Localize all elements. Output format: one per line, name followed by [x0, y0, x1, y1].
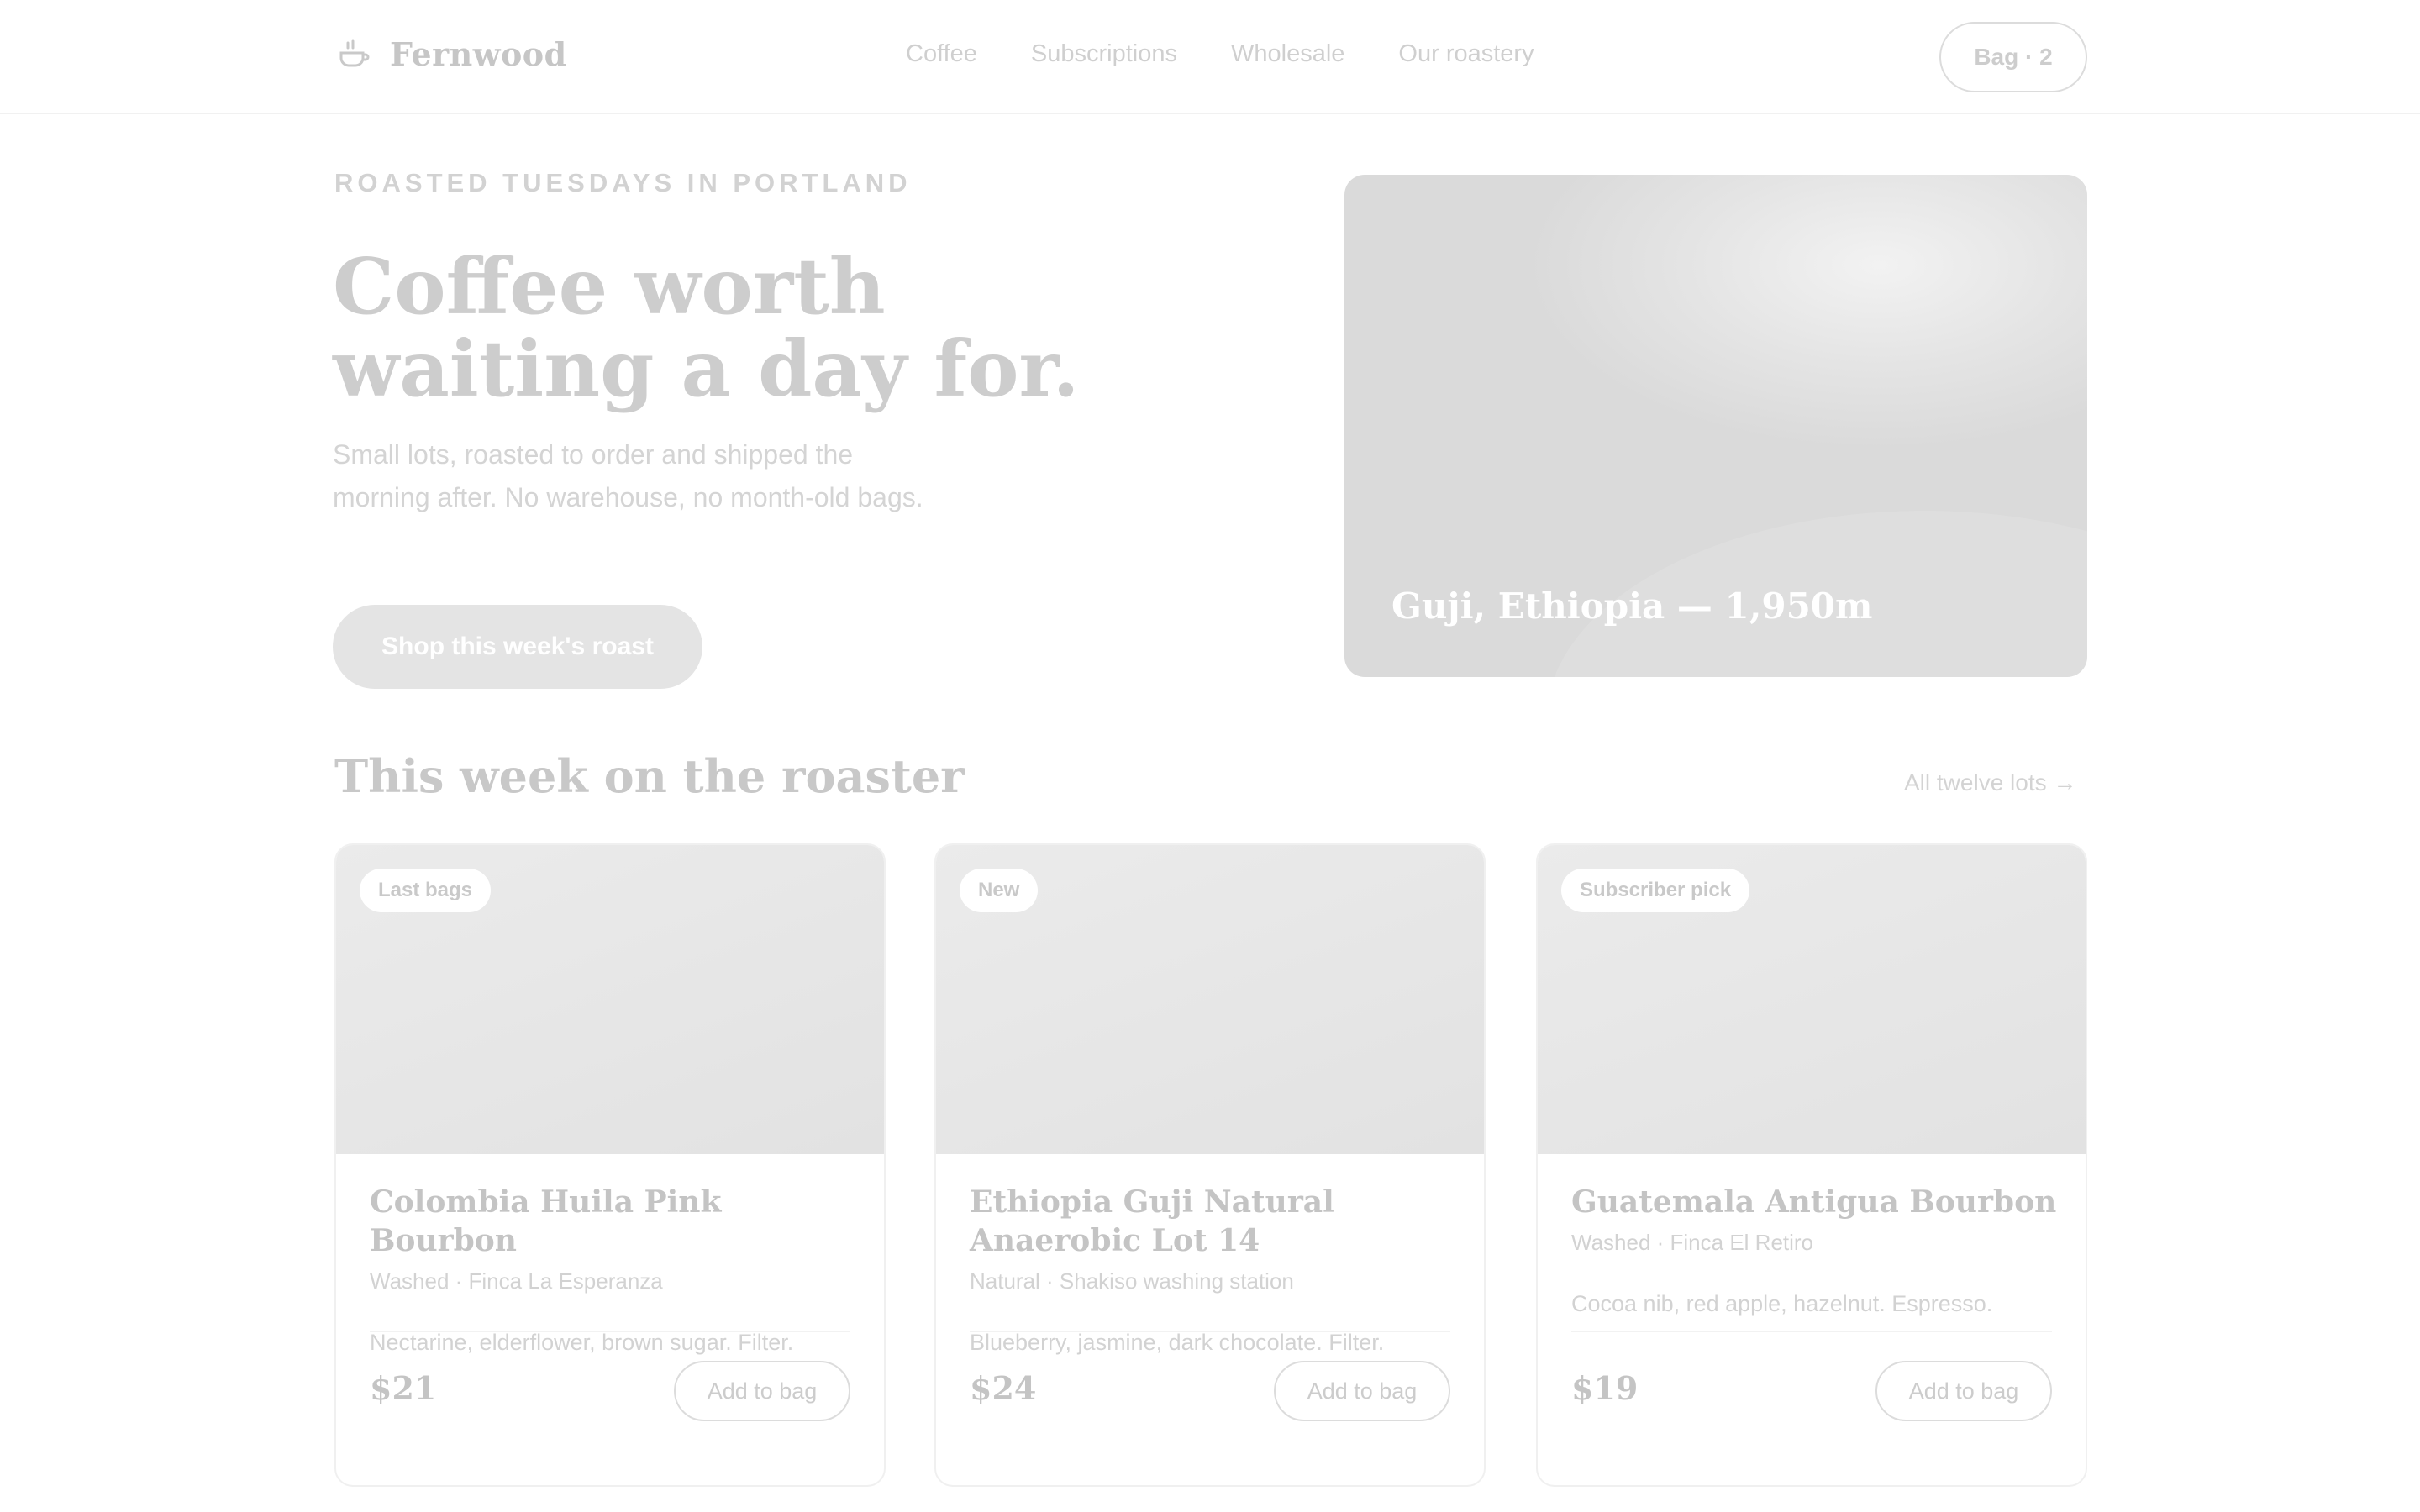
product-notes: Cocoa nib, red apple, hazelnut. Espresso…	[1571, 1291, 1993, 1316]
product-name[interactable]: Colombia Huila Pink Bourbon	[370, 1183, 857, 1260]
bag-button[interactable]: Bag · 2	[1939, 22, 2087, 92]
main-nav: Coffee Subscriptions Wholesale Our roast…	[906, 40, 1588, 68]
shop-roast-button[interactable]: Shop this week's roast	[333, 605, 702, 689]
nav-item-wholesale[interactable]: Wholesale	[1231, 40, 1344, 68]
product-name[interactable]: Ethiopia Guji Natural Anaerobic Lot 14	[970, 1183, 1457, 1260]
brand-name: Fernwood	[390, 35, 567, 73]
add-to-bag-button[interactable]: Add to bag	[1274, 1361, 1450, 1421]
nav-item-coffee[interactable]: Coffee	[906, 40, 977, 68]
product-price: $19	[1571, 1369, 1639, 1407]
hero-eyebrow: ROASTED TUESDAYS IN PORTLAND	[334, 168, 912, 197]
product-origin: Natural · Shakiso washing station	[970, 1268, 1294, 1294]
hero-subtitle: Small lots, roasted to order and shipped…	[333, 439, 923, 512]
product-card: Subscriber pick Guatemala Antigua Bourbo…	[1536, 843, 2087, 1487]
add-to-bag-button[interactable]: Add to bag	[1876, 1361, 2052, 1421]
product-badge: New	[960, 869, 1039, 912]
hero-title: Coffee worth waiting a day for.	[333, 245, 1089, 410]
product-card: Last bags Colombia Huila Pink Bourbon Wa…	[334, 843, 886, 1487]
hero-title-line2: waiting a day for.	[333, 323, 1080, 414]
product-origin: Washed · Finca El Retiro	[1571, 1230, 1814, 1255]
add-to-bag-button[interactable]: Add to bag	[674, 1361, 850, 1421]
nav-item-our-roastery[interactable]: Our roastery	[1398, 40, 1534, 68]
nav-item-subscriptions[interactable]: Subscriptions	[1031, 40, 1177, 68]
hero-title-line1: Coffee worth	[333, 241, 886, 332]
product-card: New Ethiopia Guji Natural Anaerobic Lot …	[934, 843, 1486, 1487]
section-title: This week on the roaster	[334, 749, 965, 803]
product-footer: $24 Add to bag	[970, 1331, 1450, 1453]
product-origin: Washed · Finca La Esperanza	[370, 1268, 663, 1294]
hero-image-caption: Guji, Ethiopia — 1,950m	[1392, 585, 1873, 627]
product-price: $21	[370, 1369, 437, 1407]
product-badge: Last bags	[360, 869, 492, 912]
all-lots-link[interactable]: All twelve lots →	[1904, 769, 2076, 796]
product-price: $24	[970, 1369, 1037, 1407]
hero-image: Guji, Ethiopia — 1,950m	[1344, 175, 2087, 677]
cup-icon	[339, 39, 370, 66]
product-name[interactable]: Guatemala Antigua Bourbon	[1571, 1183, 2059, 1221]
product-info: Guatemala Antigua Bourbon Washed · Finca…	[1571, 1183, 2059, 1317]
product-footer: $19 Add to bag	[1571, 1331, 2052, 1453]
site-header: Fernwood Coffee Subscriptions Wholesale …	[0, 0, 2420, 114]
product-footer: $21 Add to bag	[370, 1331, 850, 1453]
brand-logo[interactable]: Fernwood	[336, 35, 567, 73]
product-badge: Subscriber pick	[1561, 869, 1750, 912]
